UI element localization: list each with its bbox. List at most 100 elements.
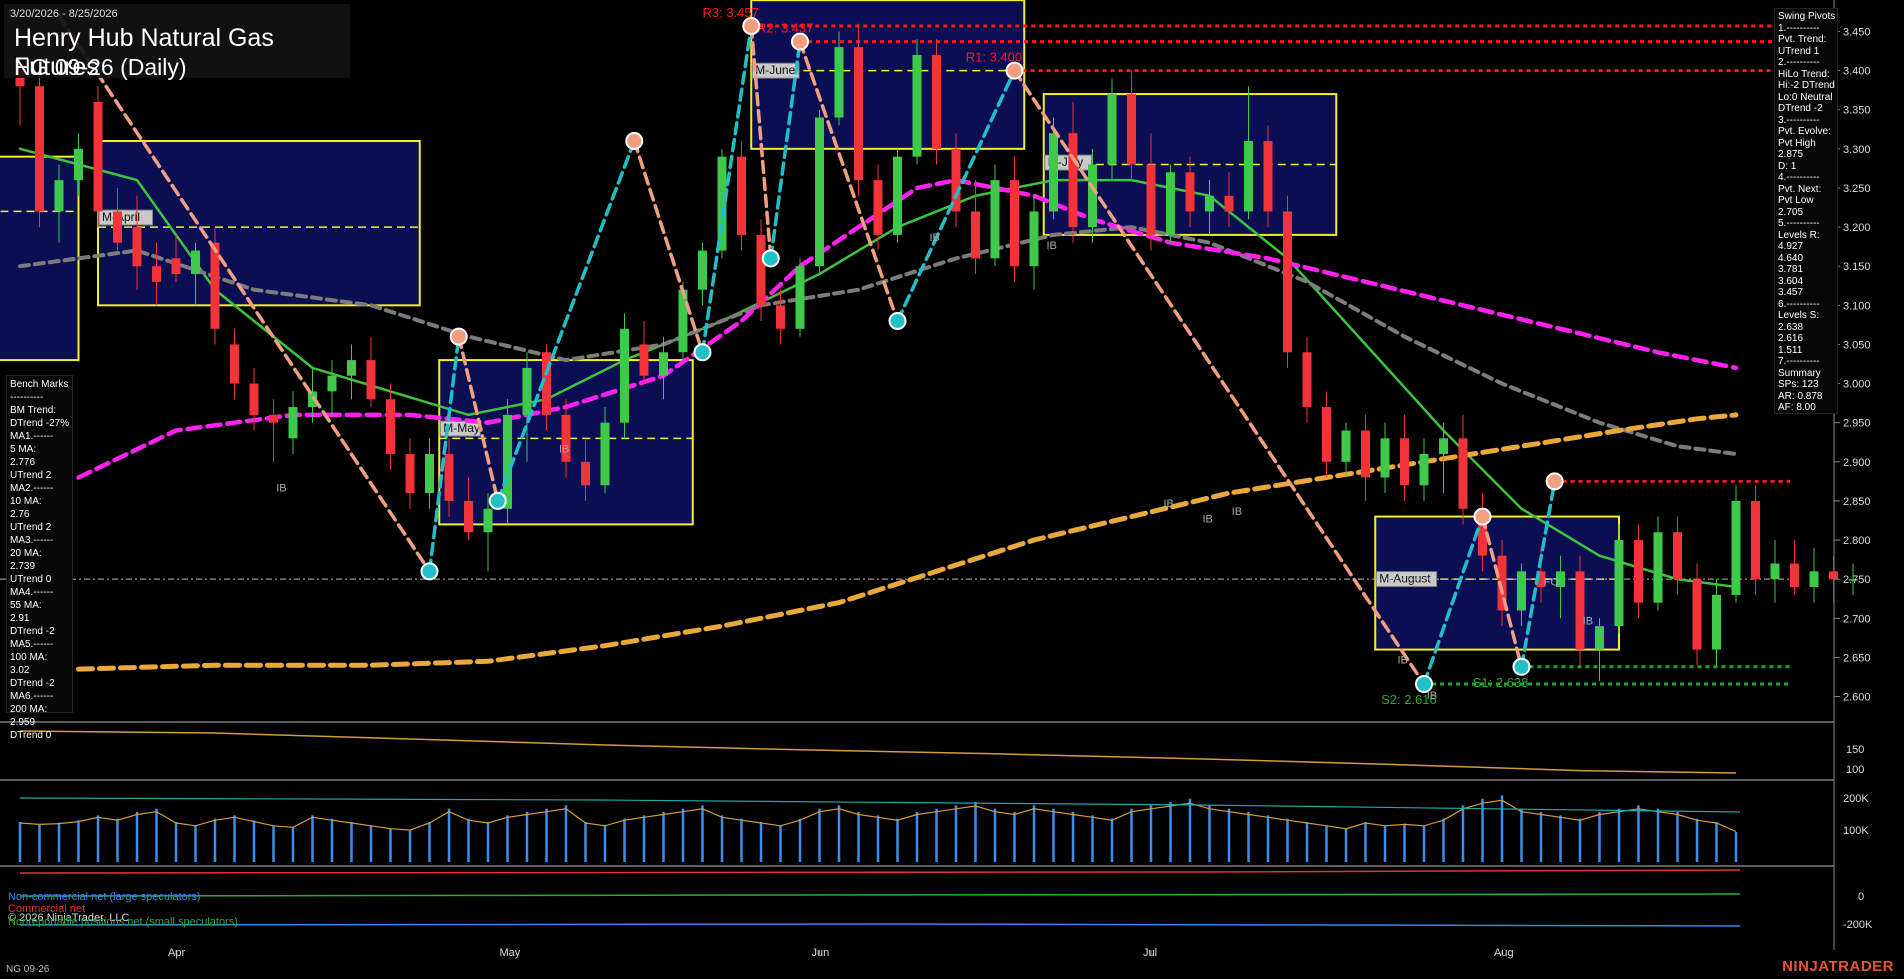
date-tick-label: Aug (1494, 947, 1514, 959)
candle-body (1302, 352, 1312, 408)
candle (366, 336, 376, 408)
candle (425, 438, 434, 509)
candle (1458, 414, 1468, 525)
candle-body (1263, 141, 1273, 212)
bar-marker-label: IB (276, 482, 286, 494)
swing-pivots-line: 5.---------- (1778, 218, 1820, 229)
candle (737, 141, 746, 251)
candle (698, 242, 707, 306)
bench-marks-line: MA1.------ (10, 431, 54, 442)
candle (1653, 516, 1663, 611)
swing-pivots-line: Lo:0 Neutral (1778, 91, 1833, 103)
bench-marks-line: 2.91 (10, 613, 30, 624)
price-tick-label: 2.850 (1843, 496, 1871, 508)
candle-body (1731, 500, 1741, 595)
bench-marks-line: 2.739 (10, 561, 36, 572)
swing-pivots-panel: Swing Pivots 1.---------- Pvt. Trend: UTren… (1774, 8, 1838, 414)
bench-marks-line: 55 MA: (10, 600, 42, 611)
candle (1419, 438, 1429, 501)
candle (93, 86, 103, 228)
candle (1731, 485, 1741, 603)
price-tick-label: 3.350 (1843, 105, 1871, 117)
candle-body (1010, 180, 1019, 267)
swing-pivots-line: 3.457 (1778, 287, 1804, 298)
candle-body (1517, 571, 1526, 611)
candle (1634, 524, 1643, 619)
candle-body (639, 344, 649, 376)
candle (1010, 156, 1019, 282)
swing-pivots-line: SPs: 123 (1778, 379, 1819, 390)
cot-nonreportable-line (19, 893, 1741, 897)
candle (1029, 195, 1039, 290)
resistance-level-label: R2: 3.437 (757, 21, 813, 36)
candle-body (1829, 571, 1838, 580)
swing-pivots-line: Pvt. Next: (1778, 183, 1822, 195)
price-tick-label: 3.200 (1843, 222, 1871, 234)
bench-marks-line: MA2.------ (10, 483, 54, 494)
swing-pivot-high (791, 32, 809, 51)
oi-tick-label: 200K (1843, 793, 1869, 805)
candle (327, 360, 337, 415)
swing-pivots-line: Levels S: (1778, 310, 1820, 321)
candle-body (152, 266, 161, 282)
date-tick-label: Jun (812, 947, 830, 959)
price-tick-label: 3.000 (1843, 379, 1871, 391)
bar-marker-label: IB (1583, 615, 1593, 627)
bench-marks-panel: Bench Marks ---------- BM Trend: DTrend -27… (6, 375, 73, 741)
candle-body (54, 180, 64, 212)
bench-marks-line: 3.02 (10, 665, 30, 676)
date-tick-label: Apr (168, 947, 185, 959)
candle-body (113, 211, 122, 243)
candle-body (795, 266, 805, 329)
swing-pivots-line: 4.---------- (1778, 172, 1820, 183)
swing-pivots-line: 3.---------- (1778, 114, 1820, 126)
zone-label: M-June (755, 63, 795, 77)
candle-body (191, 250, 200, 275)
candle-body (1400, 438, 1409, 486)
candle-body (815, 117, 824, 267)
candle (854, 23, 863, 196)
price-chart[interactable]: M-AprilM-MayM-JuneM-JulyM-AugustR3: 3.45… (0, 0, 1904, 979)
candle-body (230, 344, 239, 384)
candle (347, 344, 356, 400)
price-tick-label: 3.300 (1843, 144, 1871, 156)
bench-marks-line: DTrend 0 (10, 730, 52, 741)
swing-pivots-line: DTrend -2 (1778, 103, 1823, 114)
price-tick-label: 3.250 (1843, 183, 1871, 195)
swing-pivots-line: 6.---------- (1778, 298, 1820, 310)
candle-body (1575, 571, 1585, 650)
candle (1751, 485, 1760, 595)
candle (1400, 414, 1409, 501)
candle (405, 438, 415, 509)
swing-pivots-line: 3.781 (1778, 264, 1804, 275)
candle-body (405, 453, 415, 494)
cot-commercial-line (19, 869, 1741, 874)
candle (1361, 414, 1370, 501)
candle (639, 320, 649, 384)
swing-pivots-line: 2.638 (1778, 321, 1804, 333)
bar-marker-label: IB (559, 443, 569, 455)
candle-body (1770, 563, 1780, 580)
bar-marker-label: IB (1047, 240, 1057, 252)
candle-body (483, 508, 493, 533)
candle (912, 39, 922, 165)
bench-marks-line: DTrend -2 (10, 626, 55, 637)
candle-body (756, 234, 766, 306)
candle-body (503, 414, 512, 509)
candle (932, 39, 941, 165)
price-tick-label: 2.900 (1843, 457, 1871, 469)
price-tick-label: 2.750 (1843, 574, 1871, 586)
candle-body (717, 156, 727, 251)
swing-pivots-line: Pvt High (1778, 137, 1816, 149)
candle-body (1166, 172, 1175, 235)
candle-body (1029, 211, 1039, 267)
price-tick-label: 2.650 (1843, 652, 1871, 664)
swing-pivots-line: D: 1 (1778, 160, 1797, 172)
candle-body (1673, 532, 1682, 580)
swing-pivots-line: 2.---------- (1778, 57, 1820, 68)
candle-body (444, 453, 454, 501)
swing-pivot-high (625, 132, 644, 151)
swing-trend-line (632, 139, 705, 355)
price-tick-label: 3.450 (1843, 26, 1871, 38)
candle-body (659, 352, 668, 376)
